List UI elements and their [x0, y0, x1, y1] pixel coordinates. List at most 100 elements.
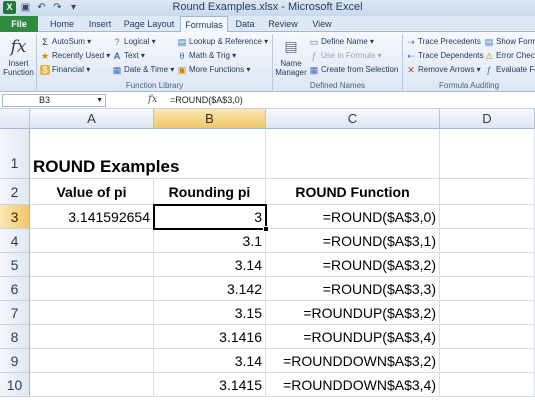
cell-d4[interactable]	[440, 229, 535, 253]
logical-button[interactable]: ? Logical ▾	[112, 36, 155, 48]
use-in-formula-icon: ƒ	[311, 51, 317, 61]
calendar-icon: ▦	[112, 65, 122, 75]
cell-b6[interactable]: 3.142	[154, 277, 266, 301]
cell-b1[interactable]	[154, 129, 266, 179]
row-header-10[interactable]: 10	[0, 373, 30, 397]
cell-a2[interactable]: Value of pi	[30, 179, 154, 205]
cell-c6[interactable]: =ROUND($A$3,3)	[266, 277, 440, 301]
cell-a6[interactable]	[30, 277, 154, 301]
more-functions-button[interactable]: ▣ More Functions ▾	[177, 64, 251, 76]
show-formulas-button[interactable]: ▤ Show Form	[484, 36, 535, 48]
formula-input[interactable]: =ROUND($A$3,0)	[170, 94, 243, 107]
name-manager-button[interactable]: ▤ Name Manager	[274, 36, 308, 77]
cell-a1[interactable]: ROUND Examples	[30, 129, 179, 179]
cell-d2[interactable]	[440, 179, 535, 205]
cell-b3[interactable]: 3	[153, 204, 267, 230]
financial-button[interactable]: $ Financial ▾	[40, 64, 90, 76]
tab-data[interactable]: Data	[230, 16, 260, 32]
evaluate-formula-icon: ƒ	[486, 65, 492, 75]
row-header-7[interactable]: 7	[0, 301, 30, 325]
cell-a10[interactable]	[30, 373, 154, 397]
cell-d9[interactable]	[440, 349, 535, 373]
row-header-9[interactable]: 9	[0, 349, 30, 373]
cell-d6[interactable]	[440, 277, 535, 301]
cell-b2[interactable]: Rounding pi	[154, 179, 266, 205]
cell-c1[interactable]	[266, 129, 440, 179]
tab-view[interactable]: View	[306, 16, 338, 32]
cell-d1[interactable]	[440, 129, 535, 179]
cell-a5[interactable]	[30, 253, 154, 277]
tab-file[interactable]: File	[0, 16, 38, 32]
cell-d7[interactable]	[440, 301, 535, 325]
math-trig-button[interactable]: θ Math & Trig ▾	[177, 50, 236, 62]
column-header-d[interactable]: D	[440, 109, 535, 129]
fill-handle[interactable]	[263, 226, 269, 232]
select-all-corner[interactable]	[0, 109, 30, 129]
row-header-5[interactable]: 5	[0, 253, 30, 277]
tab-insert[interactable]: Insert	[82, 16, 118, 32]
cell-b8[interactable]: 3.1416	[154, 325, 266, 349]
text-button[interactable]: A Text ▾	[112, 50, 145, 62]
cell-c2[interactable]: ROUND Function	[266, 179, 440, 205]
cell-c8[interactable]: =ROUNDUP($A$3,4)	[266, 325, 440, 349]
row-header-8[interactable]: 8	[0, 325, 30, 349]
cell-c5[interactable]: =ROUND($A$3,2)	[266, 253, 440, 277]
column-header-a[interactable]: A	[30, 109, 154, 129]
text-icon: A	[113, 51, 121, 61]
window-title: Round Examples.xlsx - Microsoft Excel	[172, 1, 363, 13]
define-name-button[interactable]: ▭ Define Name ▾	[309, 36, 374, 48]
cell-c9[interactable]: =ROUNDDOWN$A$3,2)	[266, 349, 440, 373]
function-library-group: Σ AutoSum ▾ ★ Recently Used ▾ $ Financial ▾…	[37, 34, 273, 90]
cell-c3[interactable]: =ROUND($A$3,0)	[266, 205, 440, 229]
name-box[interactable]: B3 ▼	[2, 94, 106, 107]
row-header-6[interactable]: 6	[0, 277, 30, 301]
sigma-icon: Σ	[42, 37, 48, 47]
cell-d3[interactable]	[440, 205, 535, 229]
cell-d5[interactable]	[440, 253, 535, 277]
column-header-c[interactable]: C	[266, 109, 440, 129]
evaluate-formula-button[interactable]: ƒ Evaluate Fo	[484, 64, 535, 76]
insert-function-button[interactable]: fx Insert Function	[2, 36, 35, 77]
lookup-reference-button[interactable]: ▤ Lookup & Reference ▾	[177, 36, 268, 48]
cell-b9[interactable]: 3.14	[154, 349, 266, 373]
cell-b4[interactable]: 3.1	[154, 229, 266, 253]
cell-a3[interactable]: 3.141592654	[30, 205, 154, 229]
title-bar: X ▣ ↶ ↷ ▾ Round Examples.xlsx - Microsof…	[0, 0, 535, 16]
tab-formulas[interactable]: Formulas	[180, 16, 228, 33]
cell-b5[interactable]: 3.14	[154, 253, 266, 277]
tab-review[interactable]: Review	[264, 16, 302, 32]
function-library-label: Function Library	[125, 81, 184, 90]
remove-arrows-button[interactable]: ✕ Remove Arrows ▾	[406, 64, 480, 76]
use-in-formula-button[interactable]: ƒ Use in Formula ▾	[309, 50, 381, 62]
formula-auditing-group: ⇢ Trace Precedents ⇠ Trace Dependents ✕ Rem…	[403, 34, 535, 90]
cell-a9[interactable]	[30, 349, 154, 373]
cell-d10[interactable]	[440, 373, 535, 397]
create-from-selection-button[interactable]: ▦ Create from Selection	[309, 64, 399, 76]
error-checking-button[interactable]: ⚠ Error Check	[484, 50, 535, 62]
cell-a7[interactable]	[30, 301, 154, 325]
column-header-b[interactable]: B	[154, 109, 266, 129]
cell-c7[interactable]: =ROUNDUP($A$3,2)	[266, 301, 440, 325]
cell-b10[interactable]: 3.1415	[154, 373, 266, 397]
row-header-4[interactable]: 4	[0, 229, 30, 253]
cell-d8[interactable]	[440, 325, 535, 349]
row-header-1[interactable]: 1	[0, 129, 30, 179]
cell-a4[interactable]	[30, 229, 154, 253]
name-box-dropdown-icon[interactable]: ▼	[96, 95, 103, 106]
trace-precedents-button[interactable]: ⇢ Trace Precedents	[406, 36, 481, 48]
cell-b7[interactable]: 3.15	[154, 301, 266, 325]
date-time-button[interactable]: ▦ Date & Time ▾	[112, 64, 175, 76]
row-header-3[interactable]: 3	[0, 205, 30, 229]
insert-function-fx-icon[interactable]: fx	[148, 94, 157, 105]
cell-c10[interactable]: =ROUNDDOWN$A$3,4)	[266, 373, 440, 397]
cell-c4[interactable]: =ROUND($A$3,1)	[266, 229, 440, 253]
cell-a8[interactable]	[30, 325, 154, 349]
trace-dependents-button[interactable]: ⇠ Trace Dependents	[406, 50, 483, 62]
tab-page-layout[interactable]: Page Layout	[120, 16, 178, 32]
autosum-button[interactable]: Σ AutoSum ▾	[40, 36, 91, 48]
row-header-2[interactable]: 2	[0, 179, 30, 205]
show-formulas-icon: ▤	[484, 37, 494, 47]
formula-auditing-label: Formula Auditing	[438, 81, 500, 90]
tab-home[interactable]: Home	[44, 16, 80, 32]
recently-used-button[interactable]: ★ Recently Used ▾	[40, 50, 110, 62]
